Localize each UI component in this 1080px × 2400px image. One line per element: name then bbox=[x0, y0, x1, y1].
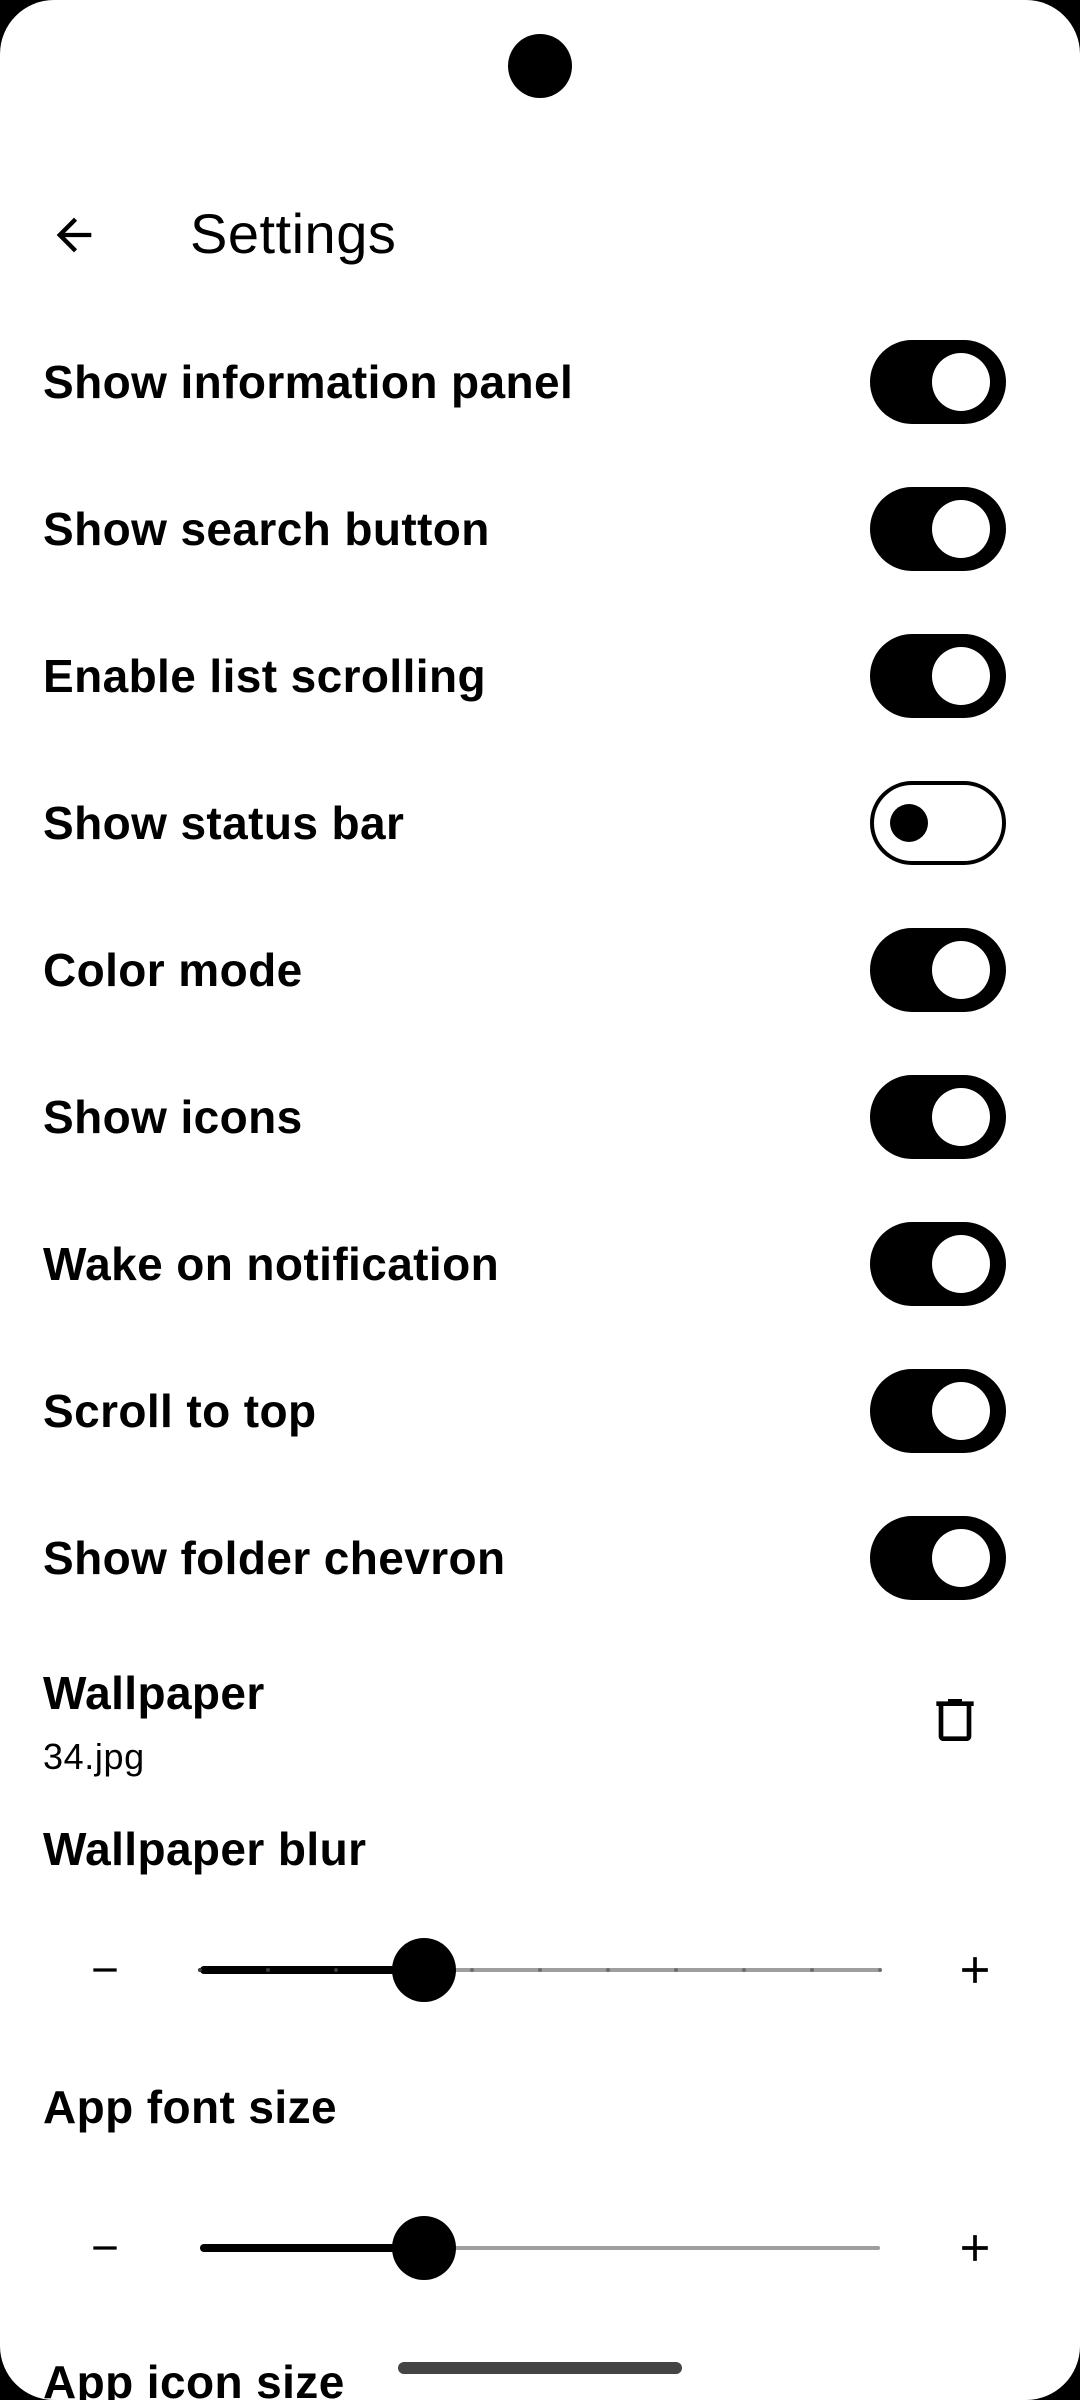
top-app-bar: Settings bbox=[0, 180, 1080, 290]
wallpaper-filename: 34.jpg bbox=[43, 1736, 145, 1777]
switch-thumb bbox=[932, 1381, 990, 1440]
scroll-to-top-switch[interactable] bbox=[870, 1368, 1006, 1453]
plus-icon bbox=[962, 2235, 988, 2261]
wallpaper-setting[interactable]: Wallpaper 34.jpg bbox=[0, 1640, 1080, 1800]
setting-row-color-mode[interactable]: Color mode bbox=[0, 896, 1080, 1043]
enable-list-scrolling-switch[interactable] bbox=[870, 633, 1006, 718]
wallpaper-blur-decrease-button[interactable] bbox=[50, 1915, 160, 2025]
switch-thumb bbox=[890, 803, 928, 842]
slider-active-track bbox=[200, 1966, 424, 1974]
show-icons-switch[interactable] bbox=[870, 1074, 1006, 1159]
wallpaper-blur-slider[interactable] bbox=[198, 1938, 882, 2002]
camera-cutout bbox=[508, 34, 572, 98]
delete-wallpaper-button[interactable] bbox=[900, 1670, 1010, 1770]
setting-row-show-status-bar[interactable]: Show status bar bbox=[0, 749, 1080, 896]
setting-row-wake-on-notification[interactable]: Wake on notification bbox=[0, 1190, 1080, 1337]
home-indicator[interactable] bbox=[398, 2362, 682, 2374]
setting-label: Show information panel bbox=[43, 355, 574, 408]
show-folder-chevron-switch[interactable] bbox=[870, 1515, 1006, 1600]
minus-icon bbox=[93, 1968, 117, 1972]
app-font-size-control bbox=[0, 2193, 1080, 2303]
setting-row-show-folder-chevron[interactable]: Show folder chevron bbox=[0, 1484, 1080, 1631]
setting-label: Show icons bbox=[43, 1090, 303, 1143]
setting-row-show-search-button[interactable]: Show search button bbox=[0, 455, 1080, 602]
wallpaper-blur-control bbox=[0, 1915, 1080, 2025]
slider-tick bbox=[606, 1968, 610, 1972]
switch-thumb bbox=[932, 940, 990, 999]
setting-label: Show folder chevron bbox=[43, 1531, 506, 1584]
app-icon-size-title: App icon size bbox=[43, 2356, 345, 2400]
app-font-size-slider[interactable] bbox=[200, 2216, 880, 2280]
setting-row-enable-list-scrolling[interactable]: Enable list scrolling bbox=[0, 602, 1080, 749]
back-button[interactable] bbox=[26, 192, 122, 278]
plus-icon bbox=[962, 1957, 988, 1983]
show-search-button-switch[interactable] bbox=[870, 486, 1006, 571]
slider-active-track bbox=[200, 2244, 424, 2252]
slider-tick bbox=[538, 1968, 542, 1972]
setting-row-show-information-panel[interactable]: Show information panel bbox=[0, 308, 1080, 455]
switch-thumb bbox=[932, 499, 990, 558]
slider-tick bbox=[470, 1968, 474, 1972]
setting-label: Show search button bbox=[43, 502, 490, 555]
settings-screen: Settings Show information panel Show sea… bbox=[0, 0, 1080, 2400]
page-title: Settings bbox=[190, 202, 397, 265]
setting-row-scroll-to-top[interactable]: Scroll to top bbox=[0, 1337, 1080, 1484]
slider-tick bbox=[674, 1968, 678, 1972]
wallpaper-blur-thumb[interactable] bbox=[392, 1938, 456, 2002]
app-font-size-increase-button[interactable] bbox=[920, 2193, 1030, 2303]
app-font-size-decrease-button[interactable] bbox=[50, 2193, 160, 2303]
switch-thumb bbox=[932, 352, 990, 411]
setting-label: Enable list scrolling bbox=[43, 649, 486, 702]
minus-icon bbox=[93, 2246, 117, 2250]
slider-tick bbox=[334, 1968, 338, 1972]
setting-label: Show status bar bbox=[43, 796, 405, 849]
arrow-back-icon bbox=[56, 217, 92, 253]
color-mode-switch[interactable] bbox=[870, 927, 1006, 1012]
switch-thumb bbox=[932, 1528, 990, 1587]
wallpaper-blur-increase-button[interactable] bbox=[920, 1915, 1030, 2025]
switch-thumb bbox=[932, 646, 990, 705]
switch-thumb bbox=[932, 1087, 990, 1146]
setting-label: Color mode bbox=[43, 943, 303, 996]
slider-tick bbox=[198, 1968, 202, 1972]
setting-label: Wake on notification bbox=[43, 1237, 500, 1290]
trash-icon bbox=[936, 1699, 974, 1741]
slider-tick bbox=[266, 1968, 270, 1972]
show-status-bar-switch[interactable] bbox=[870, 780, 1006, 865]
show-information-panel-switch[interactable] bbox=[870, 339, 1006, 424]
app-font-size-title: App font size bbox=[43, 2081, 337, 2133]
wallpaper-blur-title: Wallpaper blur bbox=[43, 1823, 367, 1875]
wake-on-notification-switch[interactable] bbox=[870, 1221, 1006, 1306]
switch-thumb bbox=[932, 1234, 990, 1293]
app-font-size-thumb[interactable] bbox=[392, 2216, 456, 2280]
wallpaper-title: Wallpaper bbox=[43, 1667, 265, 1719]
slider-tick bbox=[810, 1968, 814, 1972]
setting-row-show-icons[interactable]: Show icons bbox=[0, 1043, 1080, 1190]
setting-label: Scroll to top bbox=[43, 1384, 317, 1437]
slider-tick bbox=[742, 1968, 746, 1972]
slider-tick bbox=[878, 1968, 882, 1972]
